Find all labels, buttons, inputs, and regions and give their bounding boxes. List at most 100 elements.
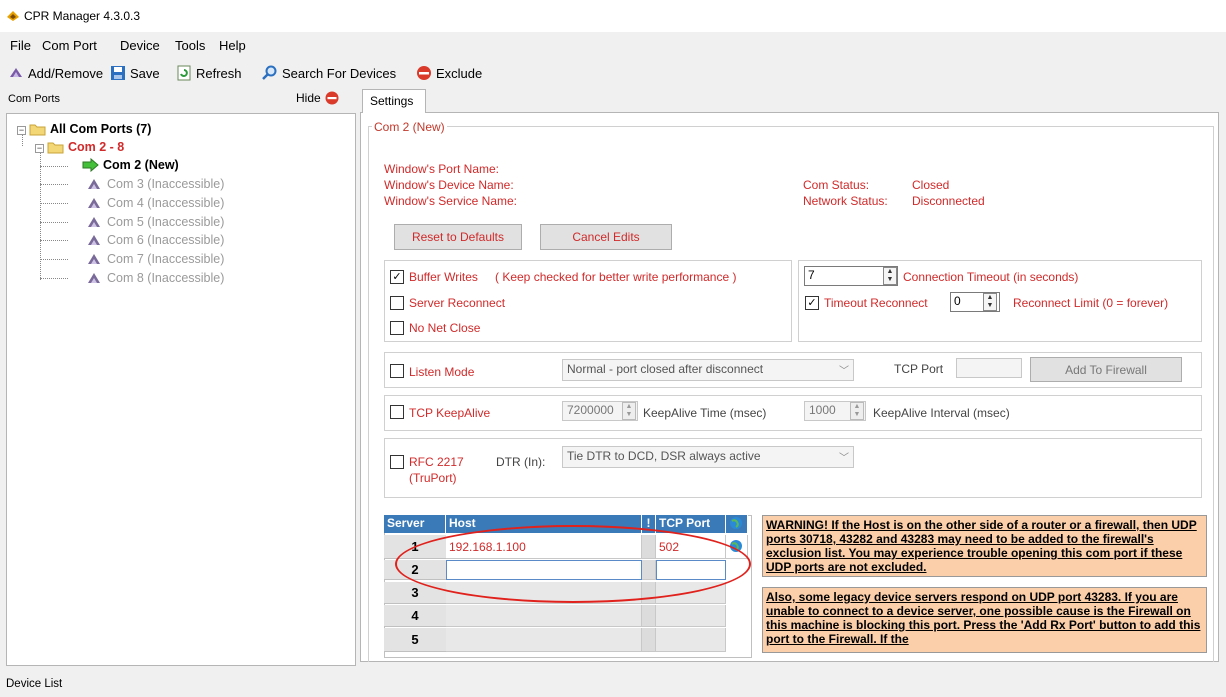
tcp-keepalive-checkbox[interactable]	[390, 405, 404, 419]
legacy-port-warning: Also, some legacy device servers respond…	[762, 587, 1207, 653]
port-icon	[88, 217, 100, 227]
add-remove-button[interactable]: Add/Remove	[8, 64, 103, 82]
tree-item-label: Com 8 (Inaccessible)	[107, 271, 225, 285]
refresh-icon	[177, 65, 191, 81]
refresh-label: Refresh	[196, 65, 242, 81]
globe-icon	[730, 517, 742, 529]
keepalive-interval-spinner[interactable]: ▲ ▼	[850, 402, 864, 420]
server-reconnect-checkbox[interactable]	[390, 296, 404, 310]
menu-tools[interactable]: Tools	[175, 38, 205, 53]
device-name-label: Window's Device Name:	[384, 178, 514, 192]
title-bar	[0, 0, 1226, 32]
tree-item-label: Com 3 (Inaccessible)	[107, 177, 225, 191]
reconnect-limit-label: Reconnect Limit (0 = forever)	[1013, 296, 1169, 310]
tree-item-com-3[interactable]: Com 3 (Inaccessible)	[86, 176, 224, 192]
port-icon	[88, 179, 100, 189]
firewall-warning: WARNING! If the Host is on the other sid…	[762, 515, 1207, 577]
exclude-label: Exclude	[436, 65, 483, 81]
menu-com-port[interactable]: Com Port	[42, 38, 97, 53]
reset-defaults-button[interactable]: Reset to Defaults	[394, 224, 522, 250]
hide-icon	[325, 91, 339, 105]
add-to-firewall-button[interactable]: Add To Firewall	[1030, 357, 1182, 382]
network-status-value: Disconnected	[912, 194, 985, 208]
grid-bang-cell	[642, 628, 656, 652]
tcp-port-input[interactable]	[956, 358, 1022, 378]
save-icon	[111, 66, 125, 80]
tree-item-com-8[interactable]: Com 8 (Inaccessible)	[86, 270, 224, 286]
grid-port-cell[interactable]	[656, 628, 726, 652]
reconnect-limit-spinner[interactable]: ▲ ▼	[983, 293, 997, 311]
listen-mode-checkbox[interactable]	[390, 364, 404, 378]
refresh-button[interactable]: Refresh	[176, 64, 242, 82]
tree-item-com-2[interactable]: Com 2 (New)	[82, 157, 179, 173]
com-ports-title: Com Ports	[8, 93, 60, 105]
search-devices-button[interactable]: Search For Devices	[262, 64, 396, 82]
save-button[interactable]: Save	[110, 64, 160, 82]
menu-file[interactable]: File	[10, 38, 31, 53]
rfc2217-label: RFC 2217	[409, 455, 464, 469]
menu-device[interactable]: Device	[120, 38, 160, 53]
dtr-select[interactable]: Tie DTR to DCD, DSR always active ﹀	[562, 446, 854, 468]
keepalive-time-spinner[interactable]: ▲ ▼	[622, 402, 636, 420]
connection-timeout-spinner[interactable]: ▲ ▼	[883, 267, 897, 285]
listen-mode-select[interactable]: Normal - port closed after disconnect ﹀	[562, 359, 854, 381]
grid-host-cell[interactable]	[446, 605, 642, 627]
tree-item-com-7[interactable]: Com 7 (Inaccessible)	[86, 251, 224, 267]
truport-label: (TruPort)	[409, 471, 457, 485]
buffer-writes-note: ( Keep checked for better write performa…	[495, 270, 737, 284]
tree-item-label: Com 6 (Inaccessible)	[107, 233, 225, 247]
dtr-select-value: Tie DTR to DCD, DSR always active	[567, 449, 761, 463]
annotation-ellipse	[395, 525, 751, 603]
buffer-writes-checkbox[interactable]: ✓	[390, 270, 404, 284]
rfc2217-checkbox[interactable]	[390, 455, 404, 469]
cancel-edits-button[interactable]: Cancel Edits	[540, 224, 672, 250]
dtr-label: DTR (In):	[496, 455, 546, 469]
tree-root-all-com-ports[interactable]: All Com Ports (7)	[29, 121, 151, 137]
listen-mode-select-value: Normal - port closed after disconnect	[567, 362, 764, 376]
port-icon	[88, 198, 100, 208]
tree-item-label: Com 2 (New)	[103, 158, 179, 172]
tree-item-com-5[interactable]: Com 5 (Inaccessible)	[86, 214, 224, 230]
service-name-label: Window's Service Name:	[384, 194, 517, 208]
tree-item-com-6[interactable]: Com 6 (Inaccessible)	[86, 232, 224, 248]
search-devices-label: Search For Devices	[282, 65, 397, 81]
collapse-all-icon[interactable]: −	[17, 126, 26, 135]
grid-port-cell[interactable]	[656, 605, 726, 627]
grid-host-cell[interactable]	[446, 628, 642, 652]
tcp-keepalive-label: TCP KeepAlive	[409, 406, 491, 420]
port-icon	[88, 273, 100, 283]
com-status-label: Com Status:	[803, 178, 870, 192]
no-net-close-label: No Net Close	[409, 321, 481, 335]
hide-button[interactable]: Hide	[296, 91, 339, 105]
tree-item-com-4[interactable]: Com 4 (Inaccessible)	[86, 195, 224, 211]
tcp-port-label: TCP Port	[894, 362, 944, 376]
port-icon	[88, 235, 100, 245]
connection-timeout-label: Connection Timeout (in seconds)	[903, 270, 1079, 284]
grid-row-number[interactable]: 4	[384, 605, 446, 627]
listen-mode-label: Listen Mode	[409, 365, 475, 379]
app-icon	[7, 11, 19, 21]
grid-header-globe	[726, 515, 748, 533]
grid-row-number[interactable]: 5	[384, 628, 446, 652]
no-net-close-checkbox[interactable]	[390, 321, 404, 335]
folder-icon	[29, 124, 46, 136]
tree-group-label: Com 2 - 8	[68, 140, 125, 154]
timeout-reconnect-checkbox[interactable]: ✓	[805, 296, 819, 310]
folder-icon	[47, 142, 64, 154]
port-name-label: Window's Port Name:	[384, 162, 499, 176]
window-title: CPR Manager 4.3.0.3	[24, 9, 141, 23]
tab-settings[interactable]: Settings	[362, 89, 426, 113]
device-list-label[interactable]: Device List	[6, 678, 62, 690]
status-bar	[0, 670, 1226, 697]
add-remove-icon	[10, 68, 22, 77]
arrow-right-icon	[82, 158, 99, 172]
tree-group-com-2-8[interactable]: Com 2 - 8	[47, 139, 124, 155]
network-status-label: Network Status:	[803, 194, 888, 208]
tree-root-label: All Com Ports (7)	[50, 122, 152, 136]
menu-help[interactable]: Help	[219, 38, 246, 53]
server-reconnect-label: Server Reconnect	[409, 296, 506, 310]
com-status-value: Closed	[912, 178, 950, 192]
collapse-group-icon[interactable]: −	[35, 144, 44, 153]
exclude-button[interactable]: Exclude	[416, 64, 482, 82]
grid-header-server[interactable]: Server	[384, 515, 446, 533]
